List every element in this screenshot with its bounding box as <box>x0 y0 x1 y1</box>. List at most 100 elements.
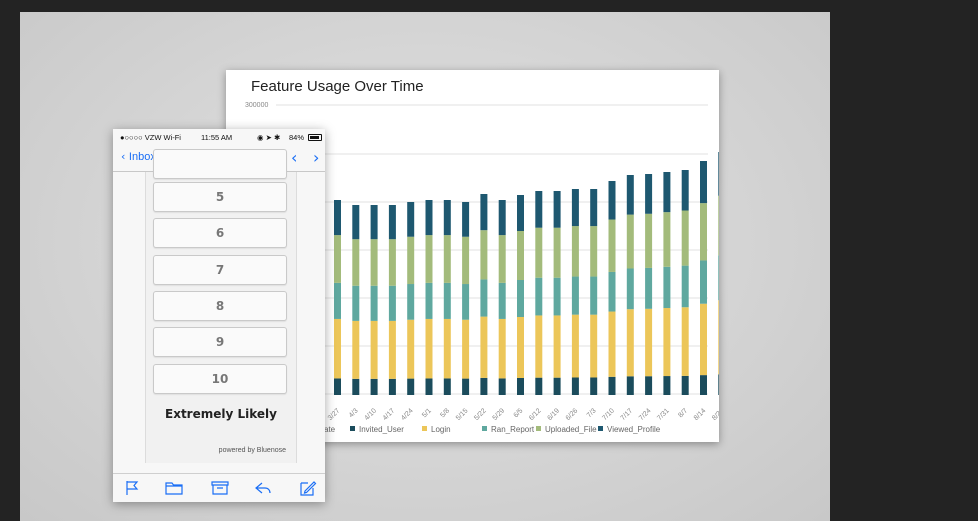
bar-3/27-ran_report <box>334 282 341 319</box>
bar-5/22-ran_report <box>480 279 488 317</box>
bar-6/26-invited_user <box>571 377 579 395</box>
bar-5/29-invited_user <box>498 378 506 395</box>
x-tick-7/3: 7/3 <box>586 407 598 419</box>
bar-8/14-login <box>700 303 707 376</box>
bar-6/19-login <box>553 315 561 378</box>
bar-7/24-viewed_profile <box>645 174 653 214</box>
x-tick-7/24: 7/24 <box>638 407 653 422</box>
x-tick-8/14: 8/14 <box>693 407 708 422</box>
bar-7/3-ran_report <box>590 276 598 315</box>
scale-option-7[interactable]: 7 <box>153 255 287 285</box>
bar-5/22-viewed_profile <box>480 194 488 231</box>
x-tick-5/22: 5/22 <box>473 407 488 422</box>
bar-8/14-uploaded_file <box>700 203 707 261</box>
reply-icon[interactable] <box>254 480 272 496</box>
bar-6/19-viewed_profile <box>553 191 561 228</box>
bar-8/21-viewed_profile <box>718 152 719 196</box>
bar-group <box>334 152 719 395</box>
scale-option-9[interactable]: 9 <box>153 327 287 357</box>
bar-7/31-invited_user <box>663 376 671 395</box>
bar-4/24-ran_report <box>407 284 415 320</box>
legend: ate Invited_User Login Ran_Report Uploaded_F… <box>324 425 661 434</box>
bar-8/7-viewed_profile <box>681 170 689 211</box>
x-tick-7/10: 7/10 <box>601 407 616 422</box>
bar-4/10-viewed_profile <box>370 205 378 240</box>
bar-4/17-login <box>388 320 396 379</box>
bar-7/24-ran_report <box>645 267 653 309</box>
x-tick-5/8: 5/8 <box>439 407 451 419</box>
x-tick-4/10: 4/10 <box>363 407 378 422</box>
x-tick-6/19: 6/19 <box>546 407 561 422</box>
legend-label-ran_report: Ran_Report <box>491 425 535 434</box>
x-tick-7/31: 7/31 <box>656 407 671 422</box>
bar-8/21-uploaded_file <box>718 195 719 256</box>
bar-5/1-invited_user <box>425 378 433 395</box>
bar-5/8-ran_report <box>443 282 451 319</box>
bar-8/21-ran_report <box>718 255 719 301</box>
bar-3/27-uploaded_file <box>334 235 341 283</box>
mail-toolbar <box>113 473 325 502</box>
bar-7/3-viewed_profile <box>590 189 598 227</box>
bar-7/10-invited_user <box>608 376 616 395</box>
x-tick-4/3: 4/3 <box>348 407 360 419</box>
bar-4/3-viewed_profile <box>352 205 360 240</box>
next-message-icon[interactable]: › <box>313 148 319 167</box>
bar-4/3-uploaded_file <box>352 239 360 286</box>
bar-6/12-invited_user <box>535 377 543 395</box>
bar-7/17-uploaded_file <box>626 214 634 269</box>
bar-5/22-uploaded_file <box>480 230 488 280</box>
scale-option-6[interactable]: 6 <box>153 218 287 248</box>
bar-7/10-uploaded_file <box>608 219 616 272</box>
scale-option-5[interactable]: 5 <box>153 182 287 212</box>
bar-8/14-ran_report <box>700 260 707 304</box>
bar-7/17-invited_user <box>626 376 634 395</box>
bar-7/3-login <box>590 314 598 378</box>
legend-swatch-viewed_profile <box>598 426 603 431</box>
y-tick-top: 300000 <box>245 102 268 109</box>
survey-content: 5 6 7 8 9 10 Extremely Likely powered by… <box>145 149 297 463</box>
bar-6/26-viewed_profile <box>571 189 579 227</box>
x-tick-8/7: 8/7 <box>677 407 689 419</box>
scale-option-10[interactable]: 10 <box>153 364 287 394</box>
bar-7/24-login <box>645 308 653 377</box>
chevron-left-icon: ‹ <box>121 150 129 163</box>
bar-4/3-login <box>352 320 360 379</box>
archive-icon[interactable] <box>211 480 229 496</box>
bar-5/29-uploaded_file <box>498 235 506 283</box>
bar-4/17-viewed_profile <box>388 205 396 240</box>
bar-8/7-invited_user <box>681 375 689 395</box>
bar-6/5-viewed_profile <box>517 195 524 231</box>
bar-4/10-ran_report <box>370 285 378 321</box>
bar-5/29-viewed_profile <box>498 200 506 236</box>
bar-8/7-ran_report <box>681 265 689 308</box>
chart-title: Feature Usage Over Time <box>251 78 424 95</box>
bar-4/3-invited_user <box>352 378 360 395</box>
scale-option-8[interactable]: 8 <box>153 291 287 321</box>
x-tick-7/17: 7/17 <box>620 407 635 422</box>
bar-6/19-uploaded_file <box>553 227 561 278</box>
scale-end-label: Extremely Likely <box>165 407 277 421</box>
bar-5/22-login <box>480 316 488 378</box>
legend-swatch-invited_user <box>350 426 355 431</box>
scale-option-partial[interactable] <box>153 149 287 179</box>
x-tick-6/26: 6/26 <box>565 407 580 422</box>
legend-label-invited_user: Invited_User <box>359 425 404 434</box>
bar-5/8-invited_user <box>443 378 451 395</box>
previous-message-icon[interactable]: ‹ <box>291 148 297 167</box>
bar-5/15-invited_user <box>462 378 470 395</box>
bar-3/27-invited_user <box>334 378 341 395</box>
phone-mail-screen: ●○○○○ VZW Wi-Fi 11:55 AM ◉ ➤ ✱ 84% ‹ Inb… <box>113 129 325 502</box>
compose-icon[interactable] <box>299 480 317 496</box>
bar-5/22-invited_user <box>480 377 488 395</box>
bar-8/21-invited_user <box>718 374 719 395</box>
folder-icon[interactable] <box>165 480 183 496</box>
bar-7/31-viewed_profile <box>663 172 671 213</box>
legend-label-uploaded_file: Uploaded_File <box>545 425 597 434</box>
x-tick-5/29: 5/29 <box>492 407 507 422</box>
x-tick-6/12: 6/12 <box>528 407 543 422</box>
x-tick-5/15: 5/15 <box>455 407 470 422</box>
bar-6/12-uploaded_file <box>535 227 543 278</box>
bar-7/31-uploaded_file <box>663 212 671 267</box>
x-tick-8/21: 8/21 <box>711 407 719 422</box>
flag-icon[interactable] <box>124 480 142 496</box>
